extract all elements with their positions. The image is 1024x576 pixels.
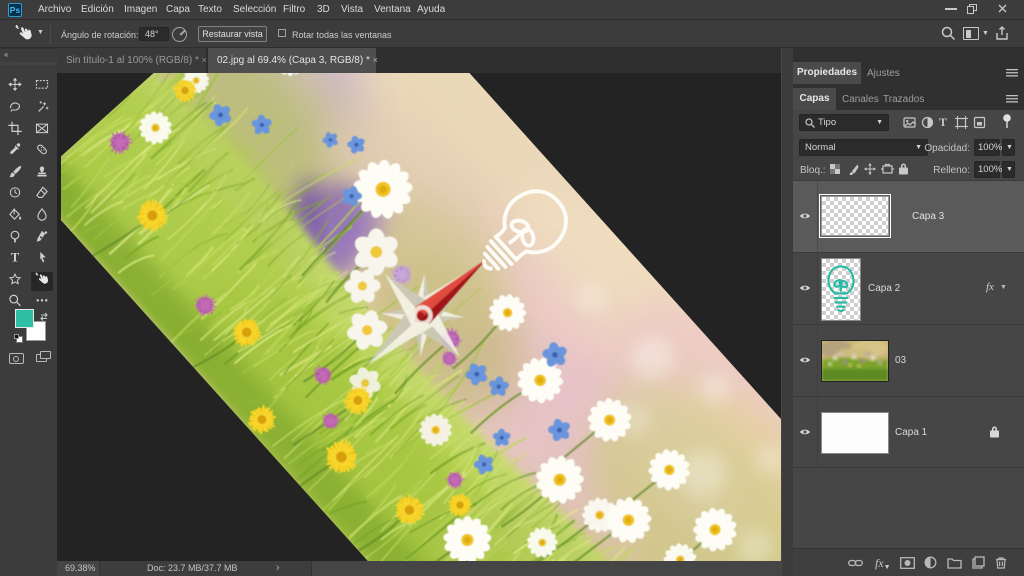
svg-text:T: T [11, 251, 20, 265]
